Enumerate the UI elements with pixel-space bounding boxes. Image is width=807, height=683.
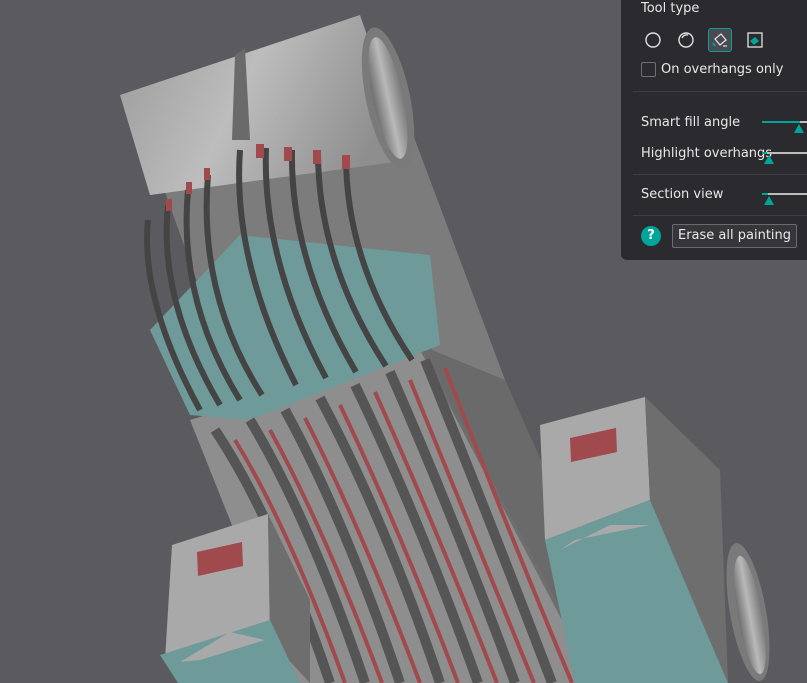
help-icon[interactable]: ? — [641, 226, 661, 246]
gap-fill-button[interactable] — [744, 29, 766, 51]
tool-type-label: Tool type — [641, 1, 700, 16]
circle-brush-button[interactable] — [642, 29, 664, 51]
overhangs-only-checkbox[interactable] — [641, 62, 656, 77]
overhangs-only-label: On overhangs only — [661, 62, 784, 77]
sphere-brush-icon — [678, 32, 694, 48]
highlight-overhangs-thumb[interactable] — [764, 155, 774, 164]
erase-all-painting-button[interactable]: Erase all painting — [672, 224, 798, 248]
smart-fill-angle-label: Smart fill angle — [641, 115, 741, 130]
section-view-label: Section view — [641, 187, 724, 202]
paint-tool-panel: Tool type On overhangs only Smart fill a… — [621, 0, 807, 260]
fill-bucket-button[interactable] — [708, 28, 732, 52]
highlight-overhangs-label: Highlight overhangs — [641, 146, 773, 161]
section-view-thumb[interactable] — [764, 196, 774, 205]
smart-fill-angle-thumb[interactable] — [794, 124, 804, 133]
gap-fill-icon — [747, 32, 763, 48]
divider — [633, 174, 807, 175]
circle-brush-icon — [645, 32, 661, 48]
fill-bucket-icon — [712, 33, 727, 47]
sphere-brush-button[interactable] — [675, 29, 697, 51]
divider — [633, 215, 807, 216]
model-right-block — [540, 397, 770, 683]
divider — [633, 91, 807, 92]
